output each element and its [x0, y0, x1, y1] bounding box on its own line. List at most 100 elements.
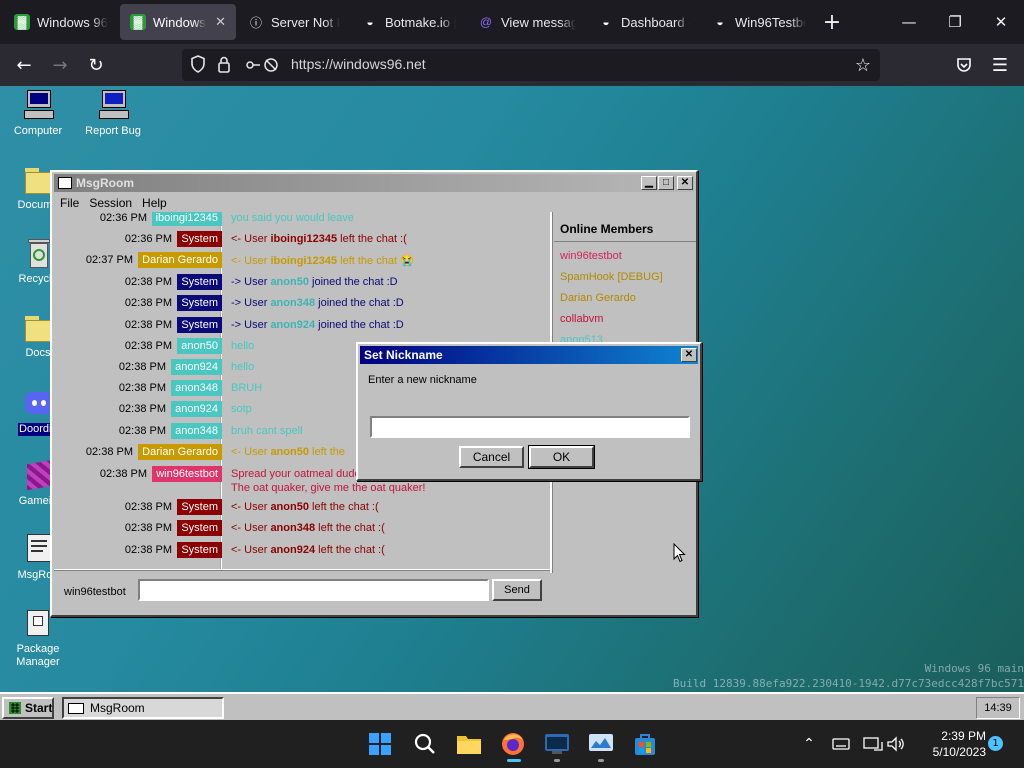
members-heading: Online Members: [560, 222, 654, 236]
robot-icon: ◒: [716, 15, 724, 29]
message-fragment: <- User: [231, 522, 271, 534]
windows-start-icon[interactable]: [364, 728, 396, 760]
desktop-icon-computer[interactable]: Computer: [0, 88, 76, 138]
monitor-app-icon[interactable]: [585, 728, 617, 762]
user-badge[interactable]: iboingi12345: [151, 212, 222, 226]
browser-tab[interactable]: ▓ Windows 96: [4, 4, 118, 40]
shield-icon[interactable]: [190, 55, 206, 76]
address-bar[interactable]: https://windows96.net: [182, 49, 880, 81]
menu-icon[interactable]: ☰: [984, 49, 1016, 81]
message-text: <- User iboingi12345 left the chat 😭: [231, 254, 414, 267]
store-icon[interactable]: [629, 728, 661, 760]
member-item[interactable]: collabvm: [560, 313, 603, 325]
message-fragment: <- User: [231, 544, 271, 556]
desktop-icon-report-bug[interactable]: Report Bug: [75, 88, 151, 138]
notification-badge[interactable]: 1: [988, 736, 1003, 751]
dialog-title-bar[interactable]: Set Nickname ✕: [360, 346, 698, 364]
message-fragment: -> User: [231, 319, 271, 331]
message-input[interactable]: [138, 579, 489, 601]
user-badge[interactable]: System: [177, 520, 222, 536]
user-badge[interactable]: System: [177, 295, 222, 311]
browser-tab[interactable]: ◒ Win96Testbot: [702, 4, 816, 40]
message-text: hello: [231, 340, 254, 352]
lock-icon[interactable]: [217, 56, 231, 76]
user-badge[interactable]: Darian Gerardo: [138, 252, 222, 268]
user-badge[interactable]: win96testbot: [152, 466, 222, 482]
user-badge[interactable]: System: [177, 317, 222, 333]
taskbar-button-msgroom[interactable]: MsgRoom: [62, 697, 224, 719]
browser-tab[interactable]: ▓ Windows 96 ✕: [120, 4, 236, 40]
close-button[interactable]: ✕: [677, 176, 693, 190]
message-time: 02:38 PM: [124, 340, 172, 352]
system-clock[interactable]: 2:39 PM 5/10/2023: [914, 728, 986, 760]
menu-session[interactable]: Session: [89, 196, 132, 210]
message-text: <- User anon50 left the chat :(: [231, 501, 379, 513]
forward-button[interactable]: →: [44, 49, 76, 81]
message-fragment: anon348: [270, 522, 316, 534]
computer-icon: [96, 88, 130, 122]
message-fragment: <- User: [231, 255, 271, 267]
nickname-label[interactable]: win96testbot: [64, 586, 126, 598]
user-badge[interactable]: System: [177, 542, 222, 558]
win96-clock[interactable]: 14:39: [976, 697, 1020, 719]
close-button[interactable]: ✕: [681, 348, 697, 362]
member-item[interactable]: win96testbot: [560, 250, 622, 262]
bookmark-star-icon[interactable]: ☆: [847, 49, 879, 81]
back-button[interactable]: ←: [8, 49, 40, 81]
message-text: sotp: [231, 403, 252, 415]
minimize-window-button[interactable]: —: [886, 0, 932, 44]
computer-icon: [21, 88, 55, 122]
minimize-button[interactable]: ▁: [641, 176, 657, 190]
member-item[interactable]: SpamHook [DEBUG]: [560, 271, 663, 283]
running-app-indicator: [554, 759, 560, 762]
msgroom-title-bar[interactable]: MsgRoom ▁ □ ✕: [54, 174, 694, 192]
browser-tab[interactable]: @ View message: [468, 4, 586, 40]
chat-message: 02:37 PM Darian Gerardo <- User iboingi123…: [54, 250, 550, 271]
maximize-button[interactable]: □: [658, 176, 674, 190]
browser-tab[interactable]: ⓘ Server Not Found: [238, 4, 350, 40]
browser-tab[interactable]: ◒ Dashboard - D: [588, 4, 700, 40]
message-fragment: joined the chat :D: [315, 319, 404, 331]
user-badge[interactable]: Darian Gerardo: [138, 444, 222, 460]
user-badge[interactable]: anon50: [177, 338, 222, 354]
keyboard-icon[interactable]: [825, 728, 857, 760]
menu-file[interactable]: File: [60, 196, 79, 210]
user-badge[interactable]: System: [177, 499, 222, 515]
chevron-up-icon[interactable]: ⌃: [793, 728, 825, 760]
terminal-app-icon[interactable]: [541, 728, 573, 762]
start-button[interactable]: Start: [2, 697, 54, 719]
message-text: you said you would leave: [231, 212, 354, 224]
search-icon[interactable]: [409, 728, 441, 760]
nickname-input[interactable]: [370, 416, 690, 438]
close-window-button[interactable]: ✕: [978, 0, 1024, 44]
win96-desktop[interactable]: Computer Report Bug Docume Recycle Docs: [0, 86, 1024, 692]
firefox-icon[interactable]: [497, 728, 529, 762]
volume-icon[interactable]: [880, 728, 912, 760]
user-badge[interactable]: System: [177, 274, 222, 290]
ok-button[interactable]: OK: [528, 445, 595, 469]
send-button[interactable]: Send: [492, 579, 542, 601]
close-tab-icon[interactable]: ✕: [215, 14, 226, 30]
pocket-icon[interactable]: [948, 49, 980, 81]
user-badge[interactable]: anon348: [171, 423, 222, 439]
member-item[interactable]: Darian Gerardo: [560, 292, 636, 304]
message-time: 02:37 PM: [85, 254, 133, 266]
menu-help[interactable]: Help: [142, 196, 167, 210]
user-badge[interactable]: System: [177, 231, 222, 247]
user-badge[interactable]: anon924: [171, 359, 222, 375]
permissions-icon[interactable]: [244, 57, 280, 76]
reload-button[interactable]: ↻: [80, 49, 112, 81]
message-fragment: anon924: [270, 544, 316, 556]
user-badge[interactable]: anon348: [171, 380, 222, 396]
message-fragment: left the chat 😭: [337, 255, 414, 267]
cancel-button[interactable]: Cancel: [459, 446, 524, 468]
message-fragment: BRUH: [231, 382, 263, 394]
file-explorer-icon[interactable]: [453, 728, 485, 760]
watermark-line: Windows 96 main: [924, 662, 1024, 675]
new-tab-button[interactable]: +: [816, 6, 848, 38]
browser-tab[interactable]: ◒ Botmake.io | D: [352, 4, 466, 40]
message-time: 02:38 PM: [118, 382, 166, 394]
tab-title: Botmake.io | D: [385, 14, 456, 30]
user-badge[interactable]: anon924: [171, 401, 222, 417]
restore-window-button[interactable]: ❐: [932, 0, 978, 44]
